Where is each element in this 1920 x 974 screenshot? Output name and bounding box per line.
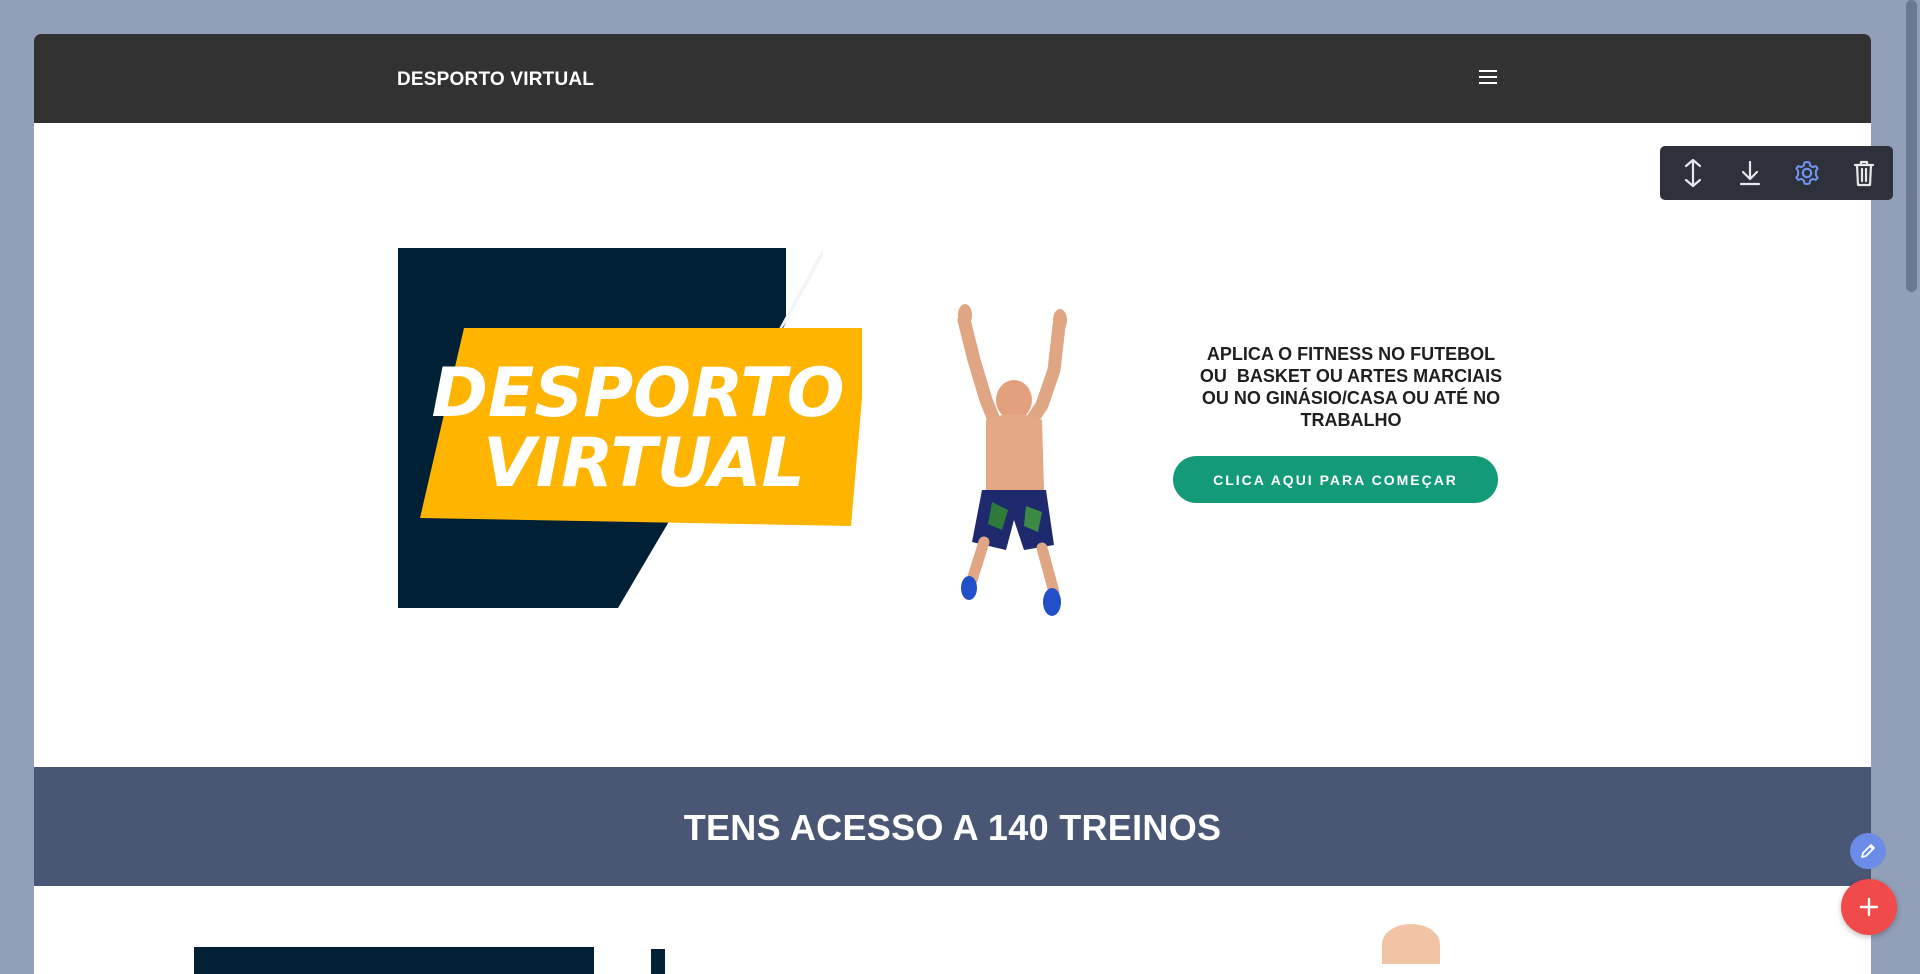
download-icon[interactable] xyxy=(1721,146,1778,200)
next-section-logo-preview xyxy=(194,947,594,974)
plus-icon[interactable] xyxy=(1841,879,1897,935)
desporto-virtual-logo: DESPORTO VIRTUAL xyxy=(398,248,862,608)
start-button[interactable]: CLICA AQUI PARA COMEÇAR xyxy=(1173,456,1498,503)
jumping-man-illustration xyxy=(957,304,1067,616)
next-section-figure-preview xyxy=(1382,924,1440,964)
navbar: DESPORTO VIRTUAL xyxy=(34,34,1871,123)
scrollbar-thumb[interactable] xyxy=(1906,0,1917,292)
logo-text-line2: VIRTUAL xyxy=(483,424,805,503)
page-frame: DESPORTO VIRTUAL DESPORTO VIRTUAL APLICA… xyxy=(34,34,1871,974)
brand-title[interactable]: DESPORTO VIRTUAL xyxy=(397,69,594,91)
hamburger-menu-icon[interactable] xyxy=(1479,70,1497,86)
hero-text-line: OU BASKET OU ARTES MARCIAIS xyxy=(1199,366,1503,386)
pencil-icon[interactable] xyxy=(1850,833,1886,869)
trash-icon[interactable] xyxy=(1835,146,1892,200)
hero-description: APLICA O FITNESS NO FUTEBOL OU BASKET OU… xyxy=(1172,343,1530,431)
trainings-banner: TENS ACESSO A 140 TREINOS xyxy=(34,767,1871,886)
trainings-title: TENS ACESSO A 140 TREINOS xyxy=(683,807,1222,848)
move-vertical-icon[interactable] xyxy=(1664,146,1721,200)
block-toolbar xyxy=(1660,146,1893,200)
logo-text-line1: DESPORTO xyxy=(431,354,844,433)
hero-text-line: TRABALHO xyxy=(1300,410,1402,430)
hero-text-line: OU NO GINÁSIO/CASA OU ATÉ NO xyxy=(1201,388,1501,408)
next-section-mark xyxy=(651,949,665,974)
gear-icon[interactable] xyxy=(1778,146,1835,200)
page-scrollbar[interactable] xyxy=(1903,0,1920,957)
hero-text-line: APLICA O FITNESS NO FUTEBOL xyxy=(1206,344,1496,364)
